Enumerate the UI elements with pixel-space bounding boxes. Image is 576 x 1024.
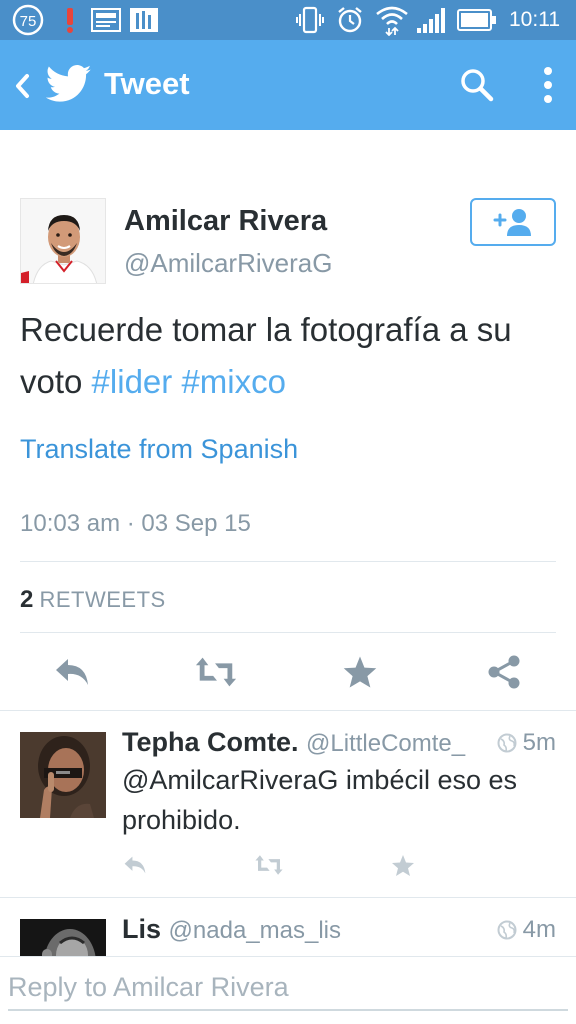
status-bar: 75 10:11 <box>0 0 576 40</box>
tweet-timestamp: 10:03 am · 03 Sep 15 <box>20 510 251 537</box>
author-handle[interactable]: @AmilcarRiveraG <box>124 248 332 279</box>
star-icon <box>343 656 377 688</box>
share-icon <box>488 655 520 689</box>
reply-time: 4m <box>497 916 556 944</box>
reply-time: 5m <box>497 729 556 757</box>
add-user-icon <box>493 209 531 236</box>
battery-percent-icon: 75 <box>10 0 46 40</box>
reply-tweet[interactable]: Tepha Comte. @LittleComte_ 5m @AmilcarRi… <box>0 711 576 897</box>
battery-percent-text: 75 <box>20 13 37 30</box>
tweet-text: Recuerde tomar la fotografía a su voto #… <box>20 304 560 408</box>
reply-input[interactable] <box>8 965 568 1011</box>
reply-time-text: 4m <box>522 916 556 943</box>
status-time: 10:11 <box>509 8 560 31</box>
retweet-count-label: RETWEETS <box>39 587 166 612</box>
star-icon <box>392 854 414 876</box>
reply-compose-bar <box>0 956 576 1024</box>
reply-button[interactable] <box>50 650 94 694</box>
chevron-left-icon <box>16 74 29 98</box>
wifi-icon <box>374 0 410 40</box>
globe-icon <box>497 733 517 753</box>
reply-retweet-button[interactable] <box>254 850 284 880</box>
reply-tweet[interactable]: Lis @nada_mas_lis 4m <box>0 898 576 956</box>
share-button[interactable] <box>482 650 526 694</box>
alarm-icon <box>334 0 366 40</box>
follow-button[interactable] <box>470 198 556 246</box>
reply-avatar[interactable] <box>20 919 106 956</box>
equalizer-icon <box>128 0 160 40</box>
author-name[interactable]: Amilcar Rivera <box>124 205 327 238</box>
globe-icon <box>497 920 517 940</box>
reply-author-handle: @LittleComte_ <box>306 730 466 757</box>
reply-text: @AmilcarRiveraG imbécil eso es prohibido… <box>122 765 518 835</box>
reply-author-name: Lis <box>122 914 162 944</box>
battery-icon <box>456 0 498 40</box>
app-bar-title: Tweet <box>104 66 190 101</box>
reply-favorite-button[interactable] <box>388 850 418 880</box>
back-button[interactable] <box>6 68 38 104</box>
signal-icon <box>414 0 450 40</box>
translate-link[interactable]: Translate from Spanish <box>20 434 298 465</box>
retweet-icon <box>255 855 283 875</box>
reply-time-text: 5m <box>522 729 556 756</box>
vibrate-icon <box>294 0 326 40</box>
reply-reply-button[interactable] <box>120 850 150 880</box>
twitter-bird-icon <box>45 64 92 104</box>
more-vertical-icon <box>544 67 552 103</box>
author-avatar[interactable] <box>20 198 106 284</box>
retweet-icon <box>195 657 237 687</box>
image-icon <box>90 0 122 40</box>
hashtag-lider[interactable]: #lider <box>92 363 173 400</box>
hashtag-mixco[interactable]: #mixco <box>181 363 286 400</box>
reply-author-name: Tepha Comte. <box>122 727 299 757</box>
retweet-count: 2 <box>20 586 34 613</box>
search-button[interactable] <box>456 64 498 106</box>
divider <box>20 632 556 633</box>
reply-author[interactable]: Lis @nada_mas_lis <box>122 914 341 945</box>
reply-author-handle: @nada_mas_lis <box>168 917 341 944</box>
search-icon <box>461 69 494 102</box>
reply-avatar[interactable] <box>20 732 106 818</box>
retweet-button[interactable] <box>194 650 238 694</box>
alert-icon <box>60 0 80 40</box>
reply-icon <box>56 659 88 685</box>
divider <box>20 561 556 562</box>
favorite-button[interactable] <box>338 650 382 694</box>
reply-icon <box>124 856 146 874</box>
retweet-stats[interactable]: 2 RETWEETS <box>20 586 166 614</box>
app-bar: Tweet <box>0 40 576 130</box>
reply-author[interactable]: Tepha Comte. @LittleComte_ <box>122 727 465 758</box>
overflow-menu-button[interactable] <box>530 64 566 106</box>
